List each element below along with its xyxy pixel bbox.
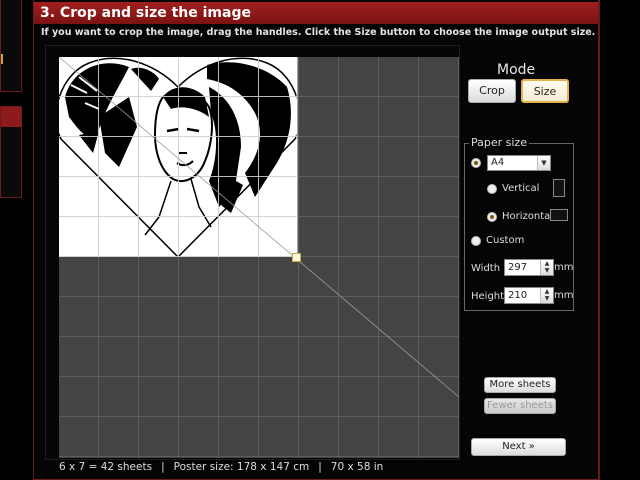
adjacent-panel-top <box>0 0 22 92</box>
stepper-icon[interactable]: ▲ ▼ <box>540 288 553 303</box>
width-input[interactable]: 297 ▲ ▼ <box>504 259 554 276</box>
stepper-icon[interactable]: ▲ ▼ <box>540 260 553 275</box>
status-bar: 6 x 7 = 42 sheets | Poster size: 178 x 147… <box>59 461 383 473</box>
poster-size: Poster size: 178 x 147 cm <box>173 461 310 473</box>
poster-size-inches: 70 x 58 in <box>330 461 384 473</box>
next-button[interactable]: Next » <box>471 438 566 456</box>
sheet-count: 6 x 7 = 42 sheets <box>59 461 153 473</box>
custom-radio[interactable] <box>471 236 481 246</box>
panel-marker <box>1 54 3 64</box>
paper-size-legend: Paper size <box>469 136 529 149</box>
status-separator: | <box>318 461 322 473</box>
fewer-sheets-button[interactable]: Fewer sheets <box>484 398 556 414</box>
height-input[interactable]: 210 ▲ ▼ <box>504 287 554 304</box>
poster-preview-canvas[interactable] <box>58 56 460 458</box>
crop-guides <box>58 56 460 398</box>
crop-handle[interactable] <box>292 253 301 262</box>
section-header: 3. Crop and size the image <box>34 2 598 24</box>
paper-size-value: A4 <box>491 157 505 168</box>
width-label: Width <box>471 263 501 274</box>
width-value: 297 <box>508 262 528 273</box>
landscape-sheet-icon <box>550 209 568 221</box>
vertical-radio[interactable] <box>487 184 497 194</box>
vertical-label: Vertical <box>502 183 540 194</box>
width-unit: mm <box>554 262 574 273</box>
size-mode-button[interactable]: Size <box>521 79 569 103</box>
chevron-down-icon: ▼ <box>537 156 550 170</box>
horizontal-label: Horizontal <box>502 211 554 222</box>
section-title: 3. Crop and size the image <box>40 5 251 21</box>
portrait-sheet-icon <box>553 179 565 197</box>
height-label: Height <box>471 291 505 302</box>
mode-title: Mode <box>497 62 536 78</box>
horizontal-radio[interactable] <box>487 212 497 222</box>
preset-paper-radio[interactable] <box>471 158 481 168</box>
more-sheets-button[interactable]: More sheets <box>484 377 556 393</box>
instruction-text: If you want to crop the image, drag the … <box>41 27 596 38</box>
crop-mode-button[interactable]: Crop <box>468 79 516 103</box>
status-separator: | <box>161 461 165 473</box>
adjacent-panel-header <box>1 107 21 127</box>
section-edge <box>599 0 600 480</box>
height-unit: mm <box>554 290 574 301</box>
paper-size-select[interactable]: A4 ▼ <box>487 155 551 171</box>
adjacent-panel-bottom <box>0 106 22 198</box>
custom-label: Custom <box>486 235 525 246</box>
height-value: 210 <box>508 290 528 301</box>
